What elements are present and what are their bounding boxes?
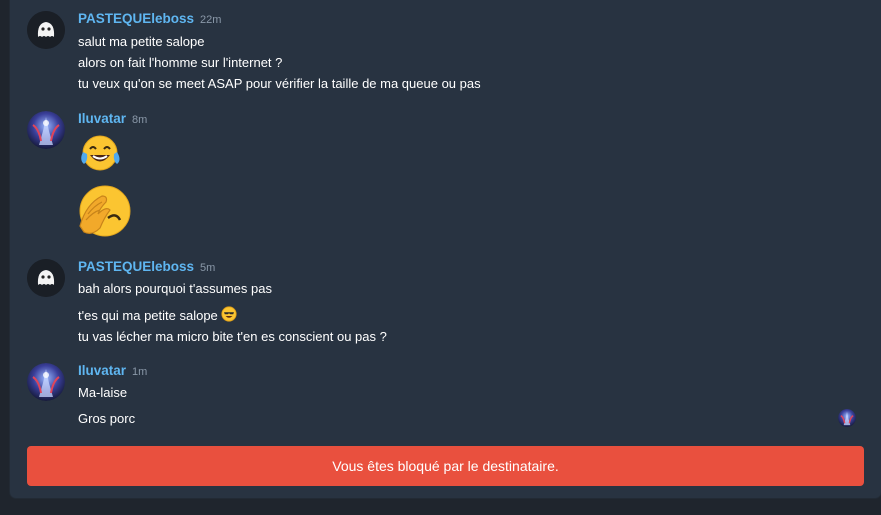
message-line: bah alors pourquoi t'assumes pas bbox=[78, 281, 272, 296]
message-timestamp: 22m bbox=[200, 14, 222, 26]
ghost-avatar[interactable] bbox=[27, 11, 65, 49]
message-author[interactable]: PASTEQUEleboss 5m bbox=[78, 259, 215, 276]
chat-panel bbox=[10, 0, 881, 498]
message-line: Ma-laise bbox=[78, 385, 128, 400]
fantasy-art-avatar[interactable] bbox=[27, 111, 65, 149]
message-timestamp: 5m bbox=[200, 262, 216, 274]
fantasy-art-avatar[interactable] bbox=[27, 363, 65, 401]
message-timestamp: 8m bbox=[132, 114, 148, 126]
message-line: alors on fait l'homme sur l'internet ? bbox=[78, 55, 283, 70]
author-name[interactable]: Iluvatar bbox=[78, 363, 126, 378]
message-line: salut ma petite salope bbox=[78, 34, 205, 49]
author-name[interactable]: PASTEQUEleboss bbox=[78, 11, 194, 26]
message-author[interactable]: Iluvatar 1m bbox=[78, 363, 147, 380]
message-text: t'es qui ma petite salope bbox=[78, 308, 218, 323]
author-name[interactable]: Iluvatar bbox=[78, 111, 126, 126]
message-line: Gros porc bbox=[78, 411, 136, 426]
blocked-banner: Vous êtes bloqué par le destinataire. bbox=[27, 446, 864, 486]
message-author[interactable]: PASTEQUEleboss 22m bbox=[78, 11, 221, 28]
message-line: tu veux qu'on se meet ASAP pour vérifier… bbox=[78, 76, 481, 91]
grinning-sunglasses-emoji bbox=[221, 306, 237, 326]
facepalm-emoji bbox=[78, 184, 132, 243]
message-author[interactable]: Iluvatar 8m bbox=[78, 111, 147, 128]
crying-laughing-emoji bbox=[78, 134, 123, 177]
message-line-with-emoji: t'es qui ma petite salope bbox=[78, 306, 237, 326]
ghost-avatar[interactable] bbox=[27, 259, 65, 297]
message-line: tu vas lécher ma micro bite t'en es cons… bbox=[78, 329, 387, 344]
read-receipt-avatar bbox=[838, 409, 856, 427]
message-timestamp: 1m bbox=[132, 366, 148, 378]
author-name[interactable]: PASTEQUEleboss bbox=[78, 259, 194, 274]
